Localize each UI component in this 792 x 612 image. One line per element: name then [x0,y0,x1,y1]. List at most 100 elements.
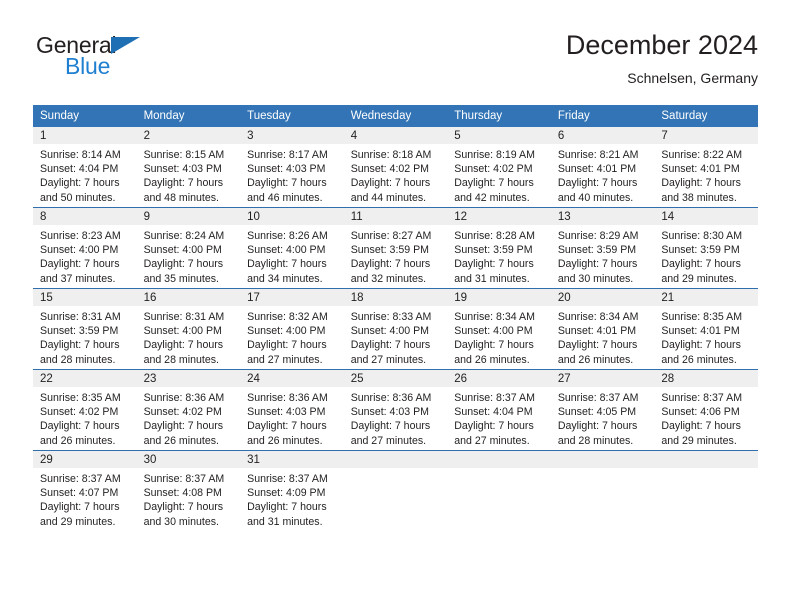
day-number: 23 [136,370,241,387]
daylight-duration-line2: and 26 minutes. [40,434,116,447]
calendar-day-cell[interactable]: 19 Sunrise: 8:34 AM Sunset: 4:00 PM Dayligh… [447,288,551,370]
calendar-day-cell[interactable]: 12 Sunrise: 8:28 AM Sunset: 3:59 PM Dayligh… [447,207,551,289]
calendar-day-cell[interactable]: 11 Sunrise: 8:27 AM Sunset: 3:59 PM Dayligh… [343,207,448,289]
daylight-duration-line2: and 42 minutes. [454,191,530,204]
day-cell-content: 4 Sunrise: 8:18 AM Sunset: 4:02 PM Daylight… [343,127,448,207]
sunset-time: Sunset: 4:02 PM [143,406,222,419]
calendar-day-cell[interactable]: 27 Sunrise: 8:37 AM Sunset: 4:05 PM Dayligh… [550,369,655,451]
day-number: 2 [136,127,241,144]
calendar-day-cell[interactable]: 13 Sunrise: 8:29 AM Sunset: 3:59 PM Dayligh… [550,207,655,289]
daylight-duration-line1: Daylight: 7 hours [350,420,431,433]
daylight-duration-line1: Daylight: 7 hours [661,420,741,433]
sunrise-time: Sunrise: 8:34 AM [454,311,535,323]
weekday-header-thursday: Thursday [447,105,551,127]
daylight-duration-line1: Daylight: 7 hours [454,339,534,352]
daylight-duration-line2: and 31 minutes. [454,272,530,285]
day-number: 28 [654,370,758,387]
day-cell-content: 6 Sunrise: 8:21 AM Sunset: 4:01 PM Daylight… [550,127,655,207]
sunset-time: Sunset: 4:00 PM [40,244,119,257]
day-details: Sunrise: 8:22 AM Sunset: 4:01 PM Daylight:… [654,144,758,205]
calendar-day-cell[interactable]: 16 Sunrise: 8:31 AM Sunset: 4:00 PM Dayligh… [136,288,241,370]
sunset-time: Sunset: 3:59 PM [557,244,637,257]
day-cell-content [447,451,551,531]
day-cell-content: 11 Sunrise: 8:27 AM Sunset: 3:59 PM Dayligh… [343,208,448,288]
calendar-day-cell[interactable]: 24 Sunrise: 8:36 AM Sunset: 4:03 PM Dayligh… [240,369,344,451]
calendar-day-cell[interactable]: 2 Sunrise: 8:15 AM Sunset: 4:03 PM Daylight… [136,127,241,208]
calendar-day-cell[interactable]: 1 Sunrise: 8:14 AM Sunset: 4:04 PM Daylight… [33,127,137,208]
calendar-day-cell[interactable]: 21 Sunrise: 8:35 AM Sunset: 4:01 PM Dayligh… [654,288,758,370]
calendar-day-cell[interactable]: 30 Sunrise: 8:37 AM Sunset: 4:08 PM Dayligh… [136,450,241,531]
calendar-day-cell[interactable]: 5 Sunrise: 8:19 AM Sunset: 4:02 PM Daylight… [447,127,551,208]
calendar-day-cell[interactable] [343,450,448,531]
calendar-day-cell[interactable]: 31 Sunrise: 8:37 AM Sunset: 4:09 PM Dayligh… [240,450,344,531]
day-number: 12 [447,208,551,225]
calendar-day-cell[interactable]: 29 Sunrise: 8:37 AM Sunset: 4:07 PM Dayligh… [33,450,137,531]
day-cell-content: 31 Sunrise: 8:37 AM Sunset: 4:09 PM Dayligh… [240,451,344,531]
day-details: Sunrise: 8:18 AM Sunset: 4:02 PM Daylight:… [344,144,448,205]
calendar-day-cell[interactable]: 25 Sunrise: 8:36 AM Sunset: 4:03 PM Dayligh… [343,369,448,451]
page-header: General Blue December 2024 Schnelsen, Ge… [33,28,758,96]
day-number: 9 [136,208,241,225]
sunrise-time: Sunrise: 8:18 AM [350,149,432,161]
calendar-day-cell[interactable]: 28 Sunrise: 8:37 AM Sunset: 4:06 PM Dayligh… [654,369,758,451]
calendar-day-cell[interactable]: 23 Sunrise: 8:36 AM Sunset: 4:02 PM Dayligh… [136,369,241,451]
sunset-time: Sunset: 4:03 PM [247,163,326,176]
day-cell-content: 21 Sunrise: 8:35 AM Sunset: 4:01 PM Dayligh… [654,289,758,369]
daylight-duration-line1: Daylight: 7 hours [40,420,120,433]
daylight-duration-line1: Daylight: 7 hours [454,420,534,433]
calendar-day-cell[interactable]: 3 Sunrise: 8:17 AM Sunset: 4:03 PM Daylight… [240,127,344,208]
day-cell-content: 17 Sunrise: 8:32 AM Sunset: 4:00 PM Dayligh… [240,289,344,369]
sunset-time: Sunset: 4:00 PM [454,325,533,338]
day-number: 22 [33,370,137,387]
daylight-duration-line1: Daylight: 7 hours [247,420,327,433]
daylight-duration-line2: and 30 minutes. [557,272,634,285]
day-cell-content [550,451,655,531]
logo-text-blue: Blue [65,53,111,79]
sunset-time: Sunset: 4:02 PM [40,406,119,419]
day-details: Sunrise: 8:37 AM Sunset: 4:04 PM Daylight:… [447,387,551,448]
daylight-duration-line1: Daylight: 7 hours [247,339,327,352]
day-number: 11 [343,208,448,225]
sunrise-time: Sunrise: 8:32 AM [247,311,328,323]
calendar-day-cell[interactable]: 10 Sunrise: 8:26 AM Sunset: 4:00 PM Dayligh… [240,207,344,289]
day-cell-content: 24 Sunrise: 8:36 AM Sunset: 4:03 PM Dayligh… [240,370,344,450]
day-number: 20 [550,289,655,306]
day-details: Sunrise: 8:32 AM Sunset: 4:00 PM Daylight:… [240,306,344,367]
sunset-time: Sunset: 4:00 PM [247,325,326,338]
day-details: Sunrise: 8:31 AM Sunset: 4:00 PM Daylight:… [137,306,241,367]
calendar-day-cell[interactable]: 8 Sunrise: 8:23 AM Sunset: 4:00 PM Daylight… [33,207,137,289]
daylight-duration-line1: Daylight: 7 hours [557,339,638,352]
sunrise-time: Sunrise: 8:30 AM [661,230,743,242]
calendar-day-cell[interactable]: 17 Sunrise: 8:32 AM Sunset: 4:00 PM Dayligh… [240,288,344,370]
daylight-duration-line1: Daylight: 7 hours [557,258,638,271]
calendar-day-cell[interactable]: 20 Sunrise: 8:34 AM Sunset: 4:01 PM Dayligh… [550,288,655,370]
calendar-day-cell[interactable]: 22 Sunrise: 8:35 AM Sunset: 4:02 PM Dayligh… [33,369,137,451]
calendar-day-cell[interactable]: 4 Sunrise: 8:18 AM Sunset: 4:02 PM Daylight… [343,127,448,208]
calendar-day-cell[interactable]: 18 Sunrise: 8:33 AM Sunset: 4:00 PM Dayligh… [343,288,448,370]
sunset-time: Sunset: 4:01 PM [557,325,637,338]
daylight-duration-line1: Daylight: 7 hours [661,258,741,271]
calendar-day-cell[interactable]: 6 Sunrise: 8:21 AM Sunset: 4:01 PM Daylight… [550,127,655,208]
daylight-duration-line2: and 37 minutes. [40,272,116,285]
sunset-time: Sunset: 4:08 PM [143,487,222,500]
day-cell-content: 25 Sunrise: 8:36 AM Sunset: 4:03 PM Dayligh… [343,370,448,450]
weekday-header-friday: Friday [550,105,655,127]
generalblue-logo[interactable]: General Blue [33,32,213,90]
calendar-week-row: 8 Sunrise: 8:23 AM Sunset: 4:00 PM Daylight… [33,207,758,289]
sunrise-time: Sunrise: 8:34 AM [557,311,639,323]
calendar-day-cell[interactable] [447,450,551,531]
day-cell-content: 27 Sunrise: 8:37 AM Sunset: 4:05 PM Dayligh… [550,370,655,450]
calendar-day-cell[interactable]: 14 Sunrise: 8:30 AM Sunset: 3:59 PM Dayligh… [654,207,758,289]
calendar-page: General Blue December 2024 Schnelsen, Ge… [0,0,792,612]
sunset-time: Sunset: 4:00 PM [247,244,326,257]
calendar-day-cell[interactable] [550,450,655,531]
sunrise-time: Sunrise: 8:15 AM [143,149,225,161]
calendar-day-cell[interactable] [654,450,758,531]
daylight-duration-line2: and 27 minutes. [350,353,427,366]
calendar-day-cell[interactable]: 7 Sunrise: 8:22 AM Sunset: 4:01 PM Daylight… [654,127,758,208]
calendar-day-cell[interactable]: 9 Sunrise: 8:24 AM Sunset: 4:00 PM Daylight… [136,207,241,289]
calendar-week-row: 29 Sunrise: 8:37 AM Sunset: 4:07 PM Dayligh… [33,450,758,531]
calendar-day-cell[interactable]: 26 Sunrise: 8:37 AM Sunset: 4:04 PM Dayligh… [447,369,551,451]
calendar-day-cell[interactable]: 15 Sunrise: 8:31 AM Sunset: 3:59 PM Dayligh… [33,288,137,370]
daylight-duration-line2: and 27 minutes. [247,353,323,366]
